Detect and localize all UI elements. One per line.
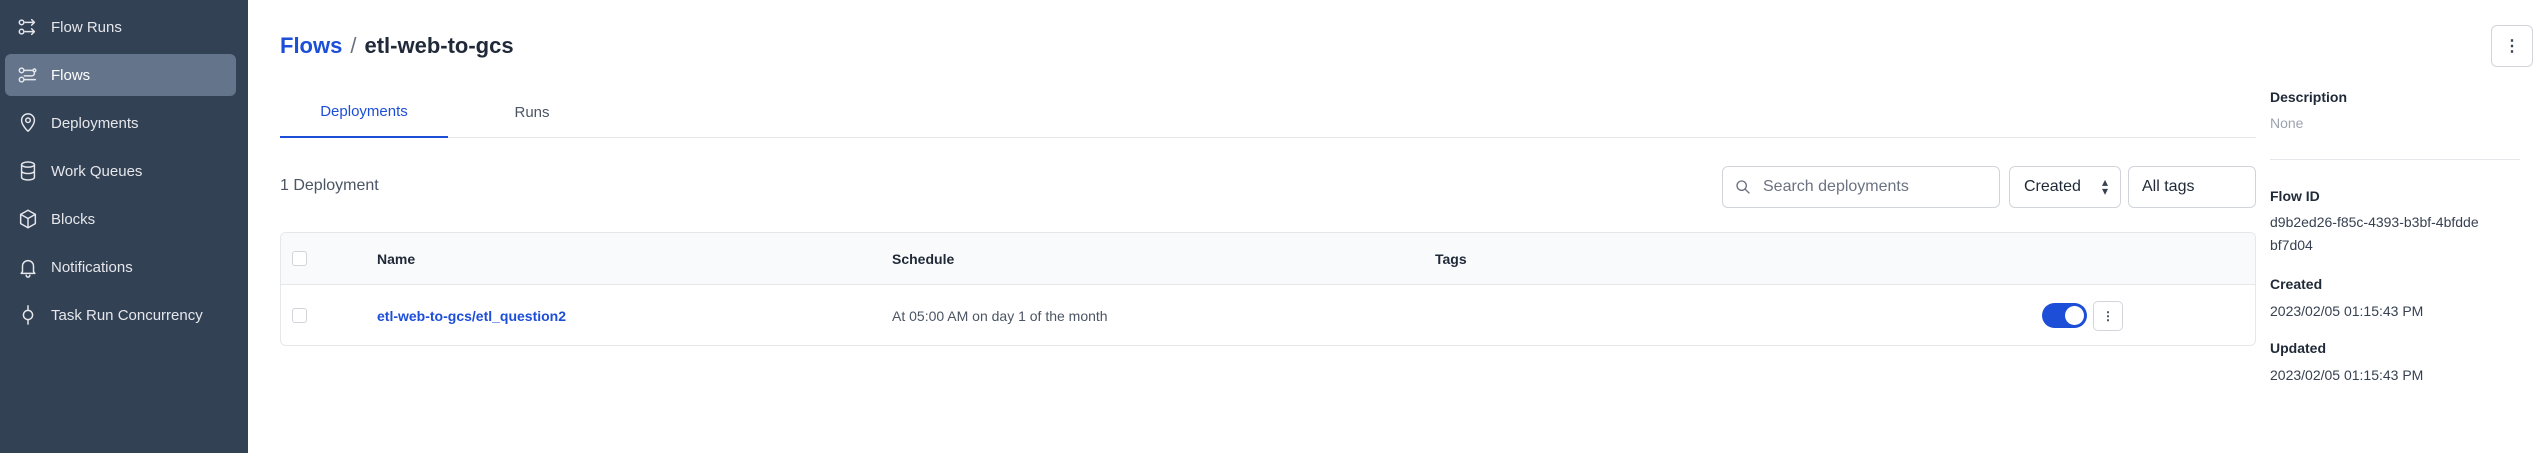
table-header: Name Schedule Tags — [281, 233, 2255, 285]
sidebar-item-label: Task Run Concurrency — [51, 306, 203, 324]
sidebar-item-label: Work Queues — [51, 162, 143, 180]
tab-runs[interactable]: Runs — [448, 86, 616, 138]
sidebar-item-label: Deployments — [51, 114, 139, 132]
deployment-link[interactable]: etl-web-to-gcs/etl_question2 — [377, 308, 566, 324]
cube-icon — [17, 208, 39, 230]
flow-menu-button[interactable]: ⋮ — [2491, 25, 2533, 67]
concurrency-icon — [17, 304, 39, 326]
breadcrumb: Flows / etl-web-to-gcs — [280, 33, 514, 59]
sidebar-item-label: Flows — [51, 66, 91, 84]
tab-deployments[interactable]: Deployments — [280, 86, 448, 138]
deployment-flow-prefix: etl-web-to-gcs/ — [377, 307, 476, 324]
sidebar: Flow Runs Flows Deployments Work Queues … — [0, 0, 248, 453]
description-label: Description — [2270, 89, 2348, 105]
sidebar-item-notifications[interactable]: Notifications — [5, 246, 236, 288]
more-vertical-icon: ⋮ — [2504, 38, 2520, 55]
more-vertical-icon: ⋮ — [2102, 308, 2114, 323]
table-row: etl-web-to-gcs/etl_question2 At 05:00 AM… — [281, 285, 2255, 345]
main-content: Flows / etl-web-to-gcs ⋮ Deployments Run… — [248, 0, 2533, 453]
sidebar-item-deployments[interactable]: Deployments — [5, 102, 236, 144]
created-value: 2023/02/05 01:15:43 PM — [2270, 303, 2424, 319]
search-input[interactable] — [1763, 178, 1983, 196]
sidebar-item-flows[interactable]: Flows — [5, 54, 236, 96]
created-label: Created — [2270, 276, 2323, 292]
toggle-knob — [2065, 306, 2084, 325]
sidebar-item-flow-runs[interactable]: Flow Runs — [5, 6, 236, 48]
sort-select-value: Created — [2024, 178, 2081, 195]
tags-filter[interactable]: All tags — [2128, 166, 2256, 208]
sidebar-item-label: Notifications — [51, 258, 133, 276]
flows-icon — [17, 64, 39, 86]
select-all-checkbox[interactable] — [292, 251, 307, 266]
flow-id-value: d9b2ed26-f85c-4393-b3bf-4bfddebf7d04 — [2270, 214, 2479, 253]
page-title: etl-web-to-gcs — [364, 33, 514, 58]
sidebar-item-label: Flow Runs — [51, 18, 122, 36]
updated-value: 2023/02/05 01:15:43 PM — [2270, 367, 2424, 383]
updated-label: Updated — [2270, 340, 2326, 356]
sidebar-item-work-queues[interactable]: Work Queues — [5, 150, 236, 192]
search-icon — [1736, 180, 1750, 194]
tags-filter-value: All tags — [2142, 178, 2195, 195]
chevron-up-down-icon: ▴ ▾ — [2101, 175, 2108, 198]
column-header-name: Name — [377, 250, 416, 267]
sort-select[interactable]: Created ▴ ▾ — [2009, 166, 2121, 208]
deployment-active-toggle[interactable] — [2042, 303, 2087, 328]
deployments-table: Name Schedule Tags etl-web-to-gcs/etl_qu… — [280, 232, 2256, 346]
deployment-count: 1 Deployment — [280, 177, 379, 194]
tab-bar: Deployments Runs — [280, 86, 2256, 138]
breadcrumb-separator: / — [350, 33, 357, 58]
bell-icon — [17, 256, 39, 278]
details-divider — [2270, 159, 2520, 160]
map-pin-icon — [17, 112, 39, 134]
database-icon — [17, 160, 39, 182]
breadcrumb-flows-link[interactable]: Flows — [280, 33, 342, 59]
row-menu-button[interactable]: ⋮ — [2093, 300, 2123, 331]
description-value: None — [2270, 115, 2304, 131]
row-checkbox[interactable] — [292, 308, 307, 323]
search-deployments-field[interactable] — [1722, 166, 2000, 208]
deployment-name: etl_question2 — [475, 307, 567, 324]
column-header-tags: Tags — [1435, 250, 1467, 267]
deployment-schedule: At 05:00 AM on day 1 of the month — [892, 307, 1108, 324]
sidebar-item-blocks[interactable]: Blocks — [5, 198, 236, 240]
flow-id-label: Flow ID — [2270, 188, 2320, 204]
flow-runs-icon — [17, 16, 39, 38]
column-header-schedule: Schedule — [892, 250, 955, 267]
sidebar-item-label: Blocks — [51, 210, 96, 228]
sidebar-item-task-run-concurrency[interactable]: Task Run Concurrency — [5, 294, 236, 336]
